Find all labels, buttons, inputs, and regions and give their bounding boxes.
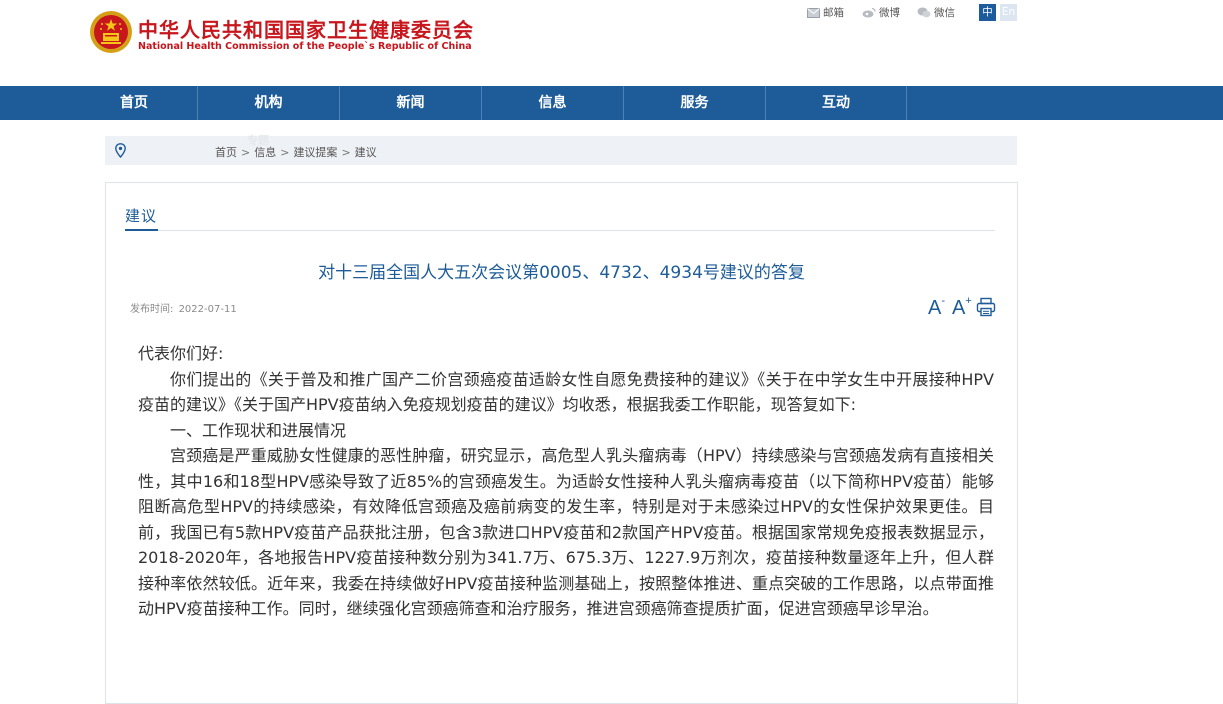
nav-item-interaction[interactable]: 互动 [766, 86, 906, 120]
weibo-icon [862, 7, 876, 18]
increase-sign: + [965, 295, 972, 307]
nav-item-news[interactable]: 新闻 [340, 86, 481, 120]
decrease-sign: - [941, 295, 946, 307]
breadcrumb-trail: 首页 > 信息 > 建议提案 > 建议 [215, 144, 377, 160]
article-body: 代表你们好: 你们提出的《关于普及和推广国产二价宫颈癌疫苗适龄女性自愿免费接种的… [138, 341, 994, 622]
mail-link[interactable]: 邮箱 [807, 5, 844, 20]
national-emblem-icon[interactable] [89, 10, 133, 54]
weibo-link[interactable]: 微博 [862, 5, 900, 20]
publish-date-value: 2022-07-11 [178, 304, 237, 315]
wechat-link[interactable]: 微信 [917, 5, 955, 20]
breadcrumb-information[interactable]: 信息 [254, 146, 276, 159]
section-tab-underline [125, 229, 158, 231]
article-heading: 一、工作现状和进展情况 [170, 420, 347, 440]
article-paragraph: 你们提出的《关于普及和推广国产二价宫颈癌疫苗适龄女性自愿免费接种的建议》《关于在… [138, 369, 994, 415]
breadcrumb: 专题 首页 > 信息 > 建议提案 > 建议 [105, 134, 1017, 165]
location-pin-icon [115, 143, 126, 158]
section-tab-suggestions[interactable]: 建议 [125, 205, 157, 226]
article-title: 对十三届全国人大五次会议第0005、4732、4934号建议的答复 [318, 263, 805, 283]
font-decrease-letter: A [928, 297, 942, 319]
nav-divider [906, 86, 907, 120]
section-divider [125, 230, 995, 231]
main-nav: 首页 机构 新闻 信息 服务 互动 [0, 86, 1223, 120]
lang-english-button[interactable]: En [1000, 4, 1017, 21]
font-decrease-button[interactable]: A- [928, 295, 945, 320]
font-increase-button[interactable]: A+ [952, 295, 972, 320]
breadcrumb-separator: > [241, 146, 251, 159]
article-paragraph: 宫颈癌是严重威胁女性健康的恶性肿瘤，研究显示，高危型人乳头瘤病毒（HPV）持续感… [138, 446, 994, 618]
nav-item-organization[interactable]: 机构 [198, 86, 339, 120]
site-header: 中华人民共和国国家卫生健康委员会 National Health Commiss… [0, 0, 1223, 86]
wechat-icon [917, 7, 931, 18]
breadcrumb-suggestions-proposals[interactable]: 建议提案 [293, 146, 337, 159]
site-title-chinese[interactable]: 中华人民共和国国家卫生健康委员会 [138, 14, 474, 43]
lang-chinese-button[interactable]: 中 [979, 4, 996, 21]
publish-date: 发布时间: 2022-07-11 [130, 300, 237, 315]
breadcrumb-suggestions[interactable]: 建议 [355, 146, 377, 159]
site-title-english[interactable]: National Health Commission of the People… [138, 41, 472, 52]
breadcrumb-separator: > [280, 146, 290, 159]
nav-item-services[interactable]: 服务 [624, 86, 765, 120]
nav-item-information[interactable]: 信息 [482, 86, 623, 120]
font-increase-letter: A [952, 297, 966, 319]
wechat-label: 微信 [934, 7, 955, 19]
weibo-label: 微博 [879, 7, 900, 19]
article-greeting: 代表你们好: [138, 344, 224, 363]
mail-icon [807, 7, 820, 18]
article-panel: 建议 对十三届全国人大五次会议第0005、4732、4934号建议的答复 发布时… [105, 182, 1018, 704]
publish-date-label: 发布时间: [130, 304, 174, 315]
mail-label: 邮箱 [823, 7, 844, 19]
print-icon[interactable] [976, 297, 996, 317]
nav-item-home[interactable]: 首页 [71, 86, 197, 120]
breadcrumb-separator: > [341, 146, 351, 159]
breadcrumb-home[interactable]: 首页 [215, 146, 237, 159]
